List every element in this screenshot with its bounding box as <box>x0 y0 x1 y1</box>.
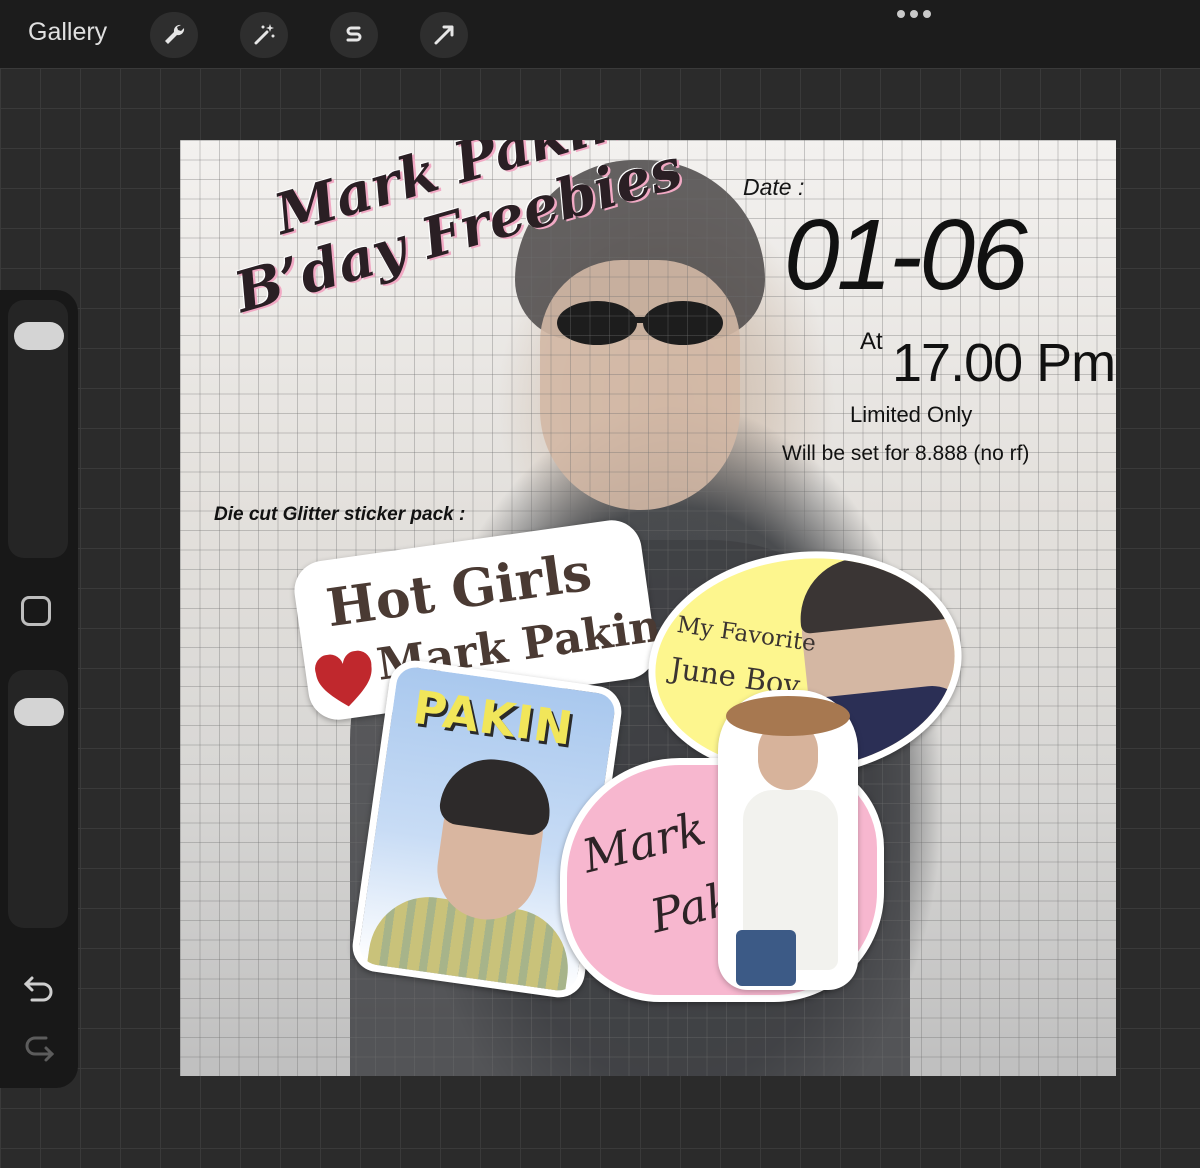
magic-wand-icon-glyph <box>254 24 275 45</box>
undo-icon[interactable] <box>22 974 56 1002</box>
pack-label: Die cut Glitter sticker pack : <box>214 504 466 525</box>
dot <box>897 10 905 18</box>
left-sidebar <box>0 290 78 1088</box>
sticker-hat-man <box>718 690 858 990</box>
sticker-mark-pakin-line1: Mark <box>577 800 711 884</box>
pakin-hair <box>437 752 557 838</box>
arrow-cursor-icon[interactable] <box>420 12 468 58</box>
gallery-button[interactable]: Gallery <box>28 18 107 47</box>
selection-s-icon-glyph <box>346 26 362 42</box>
date-value: 01-06 <box>784 199 1028 311</box>
brush-size-thumb[interactable] <box>14 322 64 350</box>
limited-text: Limited Only <box>850 402 973 427</box>
square-modify-icon[interactable] <box>21 596 51 626</box>
artwork-canvas[interactable]: Mark Pakin B’day Freebies Date : 01-06 A… <box>180 140 1116 1076</box>
wrench-icon[interactable] <box>150 12 198 58</box>
heart-icon <box>315 650 372 707</box>
at-label: At <box>860 328 883 355</box>
dot <box>923 10 931 18</box>
date-label: Date : <box>743 174 805 200</box>
wrench-icon-glyph <box>165 24 185 44</box>
opacity-slider[interactable] <box>8 670 68 928</box>
more-dots-icon[interactable] <box>897 10 931 18</box>
opacity-thumb[interactable] <box>14 698 64 726</box>
sticker-june-line1: My Favorite <box>675 611 818 658</box>
hat-man-hat <box>726 696 850 736</box>
hat-man-jeans <box>736 930 796 986</box>
price-text: Will be set for 8.888 (no rf) <box>782 442 1030 465</box>
sticker-pakin-word: PAKIN <box>409 679 577 756</box>
time-value: 17.00 Pm <box>892 333 1116 393</box>
selection-s-icon[interactable] <box>330 12 378 58</box>
redo-icon[interactable] <box>22 1036 56 1064</box>
brush-size-slider[interactable] <box>8 300 68 558</box>
top-toolbar: Gallery <box>0 0 1200 68</box>
arrow-cursor-icon-glyph <box>434 25 454 45</box>
magic-wand-icon[interactable] <box>240 12 288 58</box>
dot <box>910 10 918 18</box>
